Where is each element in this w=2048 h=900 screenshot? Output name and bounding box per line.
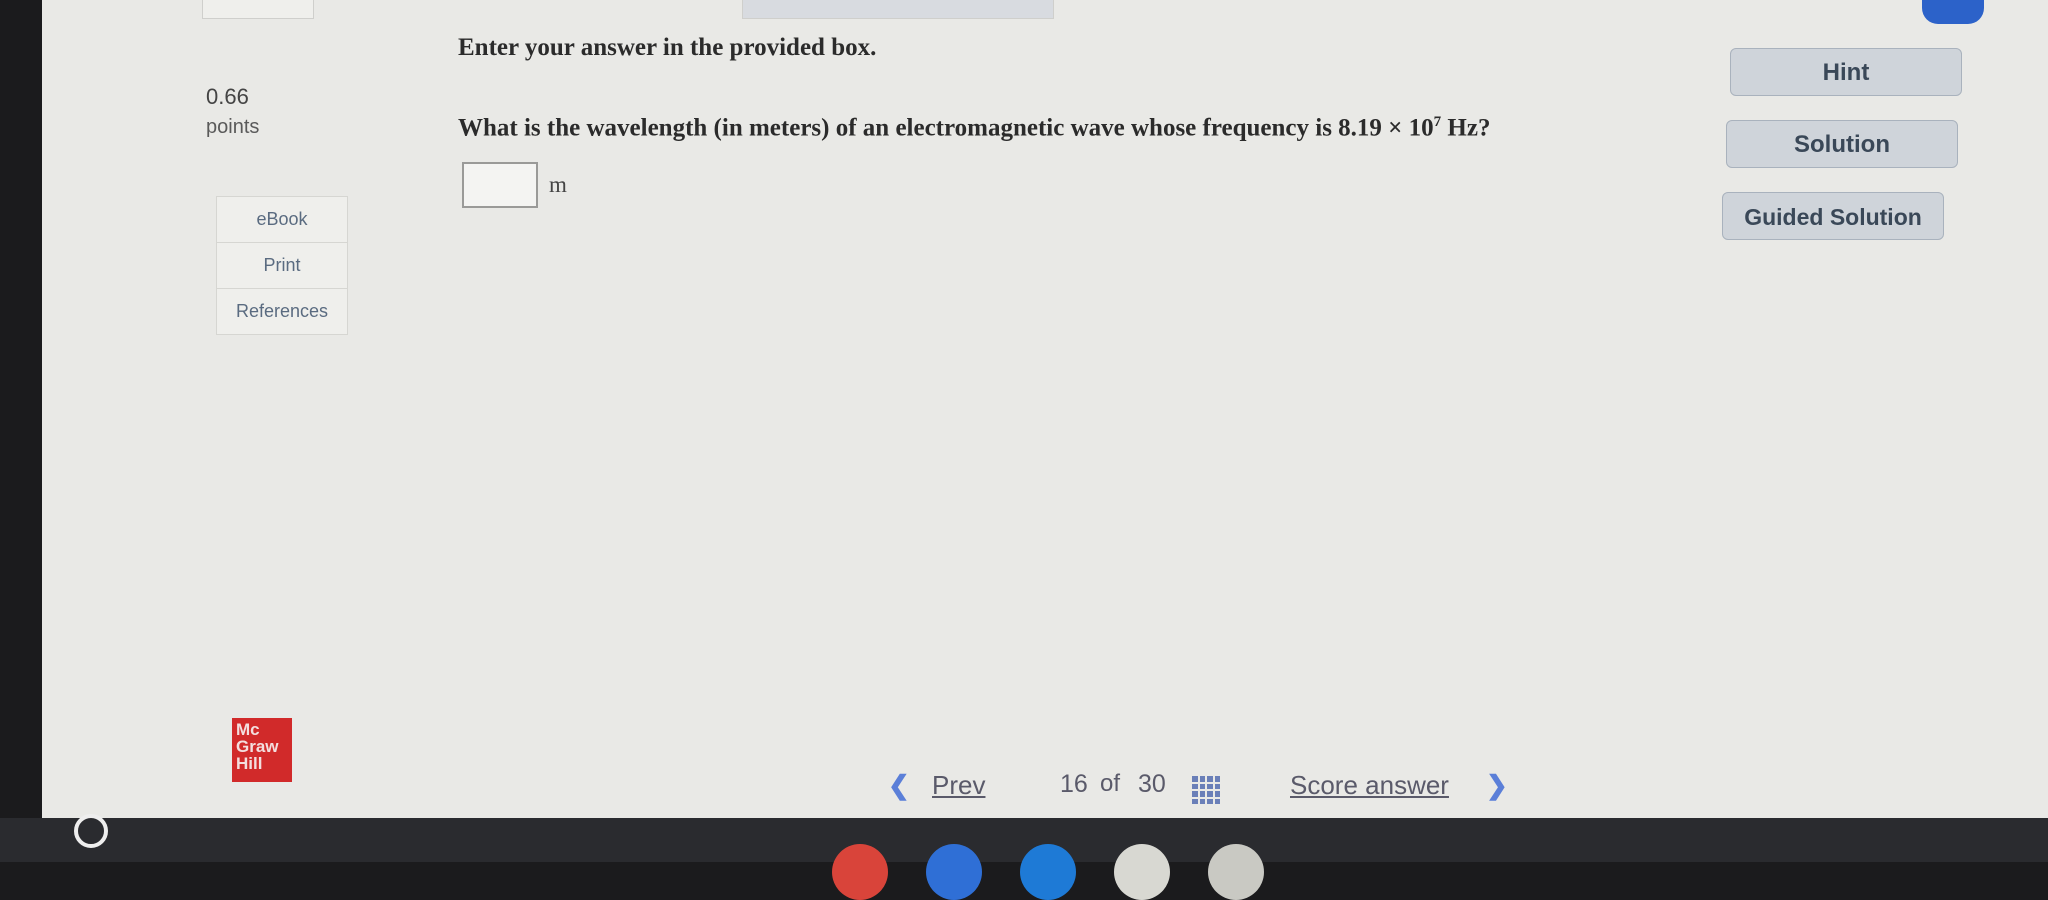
guided-solution-button[interactable]: Guided Solution (1722, 192, 1944, 240)
hint-button[interactable]: Hint (1730, 48, 1962, 96)
solution-button[interactable]: Solution (1726, 120, 1958, 168)
score-answer-link[interactable]: Score answer (1290, 770, 1449, 801)
logo-line-1: Mc (236, 720, 260, 739)
chevron-left-icon[interactable]: ❮ (888, 770, 910, 801)
chrome-icon[interactable] (832, 844, 888, 900)
score-value: 0.66 (206, 84, 249, 109)
docs-icon[interactable] (926, 844, 982, 900)
page-of: of (1100, 770, 1121, 797)
question-text-end: Hz? (1441, 114, 1491, 142)
chat-badge[interactable] (1922, 0, 1984, 24)
menu-print[interactable]: Print (217, 243, 347, 289)
answer-unit: m (549, 172, 567, 197)
top-tab-left (202, 0, 314, 19)
score-unit: points (206, 116, 260, 138)
app-icon[interactable] (1114, 844, 1170, 900)
chevron-right-icon[interactable]: ❯ (1486, 770, 1508, 801)
app-screen: 0.66 points eBook Print References Enter… (42, 0, 2048, 820)
instruction-text: Enter your answer in the provided box. (458, 34, 877, 61)
question-text-main: What is the wavelength (in meters) of an… (458, 114, 1434, 142)
page-total: 30 (1138, 770, 1166, 798)
menu-references[interactable]: References (217, 289, 347, 334)
question-navigation: ❮ Prev 16 of 30 Score answer ❯ (42, 770, 2048, 810)
circle-home-icon[interactable] (74, 814, 108, 848)
menu-ebook[interactable]: eBook (217, 197, 347, 243)
resource-menu: eBook Print References (216, 196, 348, 335)
prev-link[interactable]: Prev (932, 770, 985, 801)
grid-icon[interactable] (1192, 776, 1220, 804)
logo-line-2: Graw (236, 737, 279, 756)
answer-input[interactable] (462, 162, 538, 208)
question-score: 0.66 points (206, 82, 259, 142)
page-current: 16 (1060, 770, 1088, 798)
files-icon[interactable] (1020, 844, 1076, 900)
top-tab-center (742, 0, 1054, 19)
question-text: What is the wavelength (in meters) of an… (458, 114, 1490, 142)
app-icon-2[interactable] (1208, 844, 1264, 900)
